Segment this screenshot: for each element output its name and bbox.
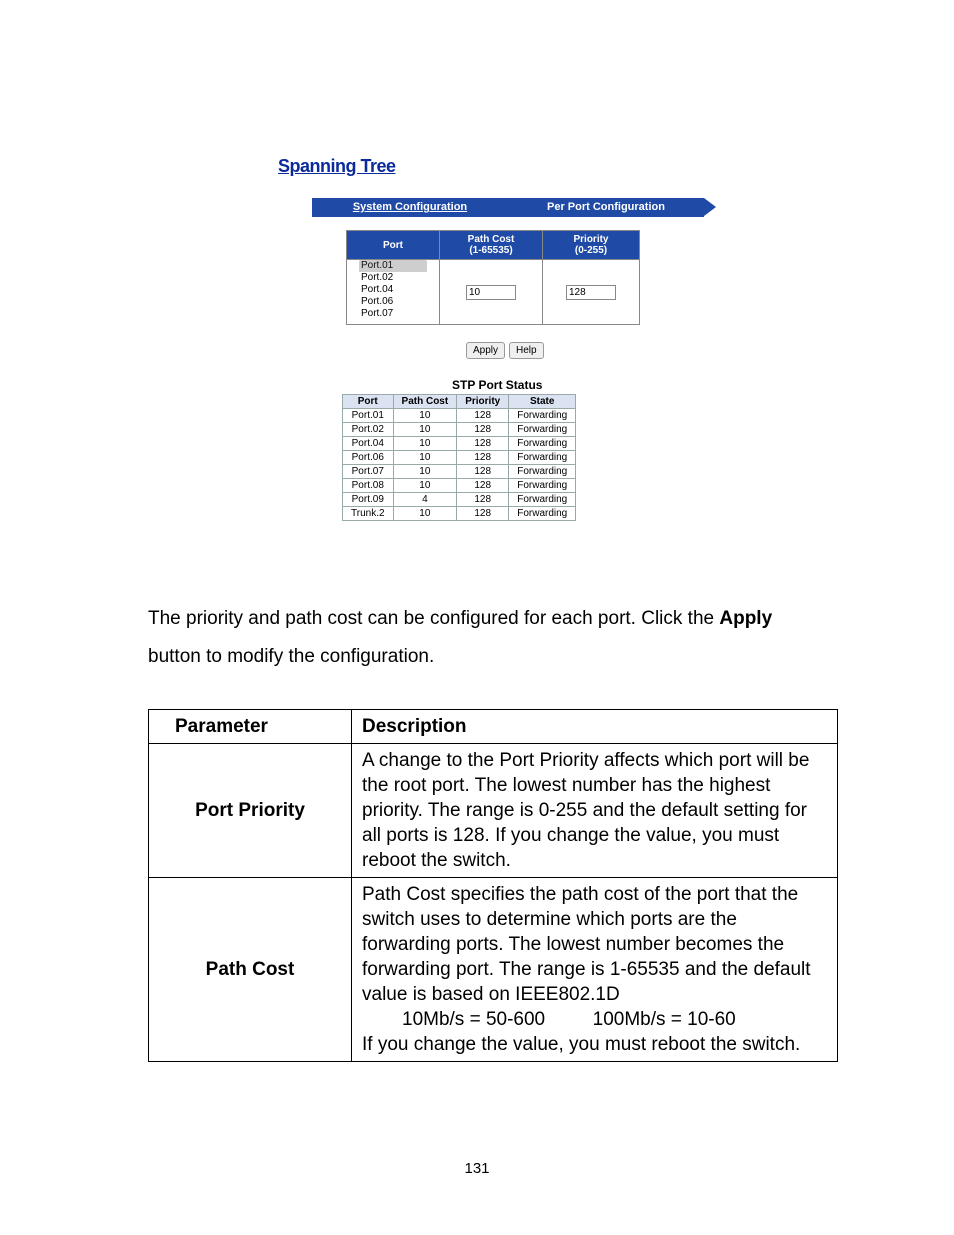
status-cell: 128 xyxy=(457,437,509,451)
status-cell: 4 xyxy=(393,493,457,507)
status-cell: Forwarding xyxy=(509,507,576,521)
tab-flag-icon xyxy=(704,198,716,216)
col-port: Port xyxy=(347,231,440,260)
status-cell: Port.07 xyxy=(343,465,394,479)
port-option[interactable]: Port.06 xyxy=(359,296,427,308)
col-path-cost: Path Cost (1-65535) xyxy=(440,231,543,260)
desc-path-cost-speeds: 10Mb/s = 50-600 100Mb/s = 10-60 xyxy=(362,1007,736,1032)
tab-per-port-configuration[interactable]: Per Port Configuration xyxy=(508,198,704,217)
status-cell: Forwarding xyxy=(509,451,576,465)
status-cell: 128 xyxy=(457,479,509,493)
stp-status-title: STP Port Status xyxy=(452,378,542,392)
status-cell: 10 xyxy=(393,479,457,493)
status-cell: Forwarding xyxy=(509,465,576,479)
body-part2: button to modify the configuration. xyxy=(148,646,434,667)
port-option[interactable]: Port.07 xyxy=(359,308,427,320)
status-cell: Port.09 xyxy=(343,493,394,507)
status-row: Port.0110128Forwarding xyxy=(343,409,576,423)
body-paragraph: The priority and path cost can be config… xyxy=(148,600,824,676)
status-cell: Forwarding xyxy=(509,493,576,507)
status-row: Port.0410128Forwarding xyxy=(343,437,576,451)
status-col-port: Port xyxy=(343,395,394,409)
button-row: Apply Help xyxy=(466,342,544,359)
status-row: Port.0710128Forwarding xyxy=(343,465,576,479)
priority-input[interactable] xyxy=(566,285,616,300)
status-row: Trunk.210128Forwarding xyxy=(343,507,576,521)
status-cell: 10 xyxy=(393,437,457,451)
body-part1: The priority and path cost can be config… xyxy=(148,608,719,629)
status-cell: Port.08 xyxy=(343,479,394,493)
status-cell: Port.01 xyxy=(343,409,394,423)
status-cell: Forwarding xyxy=(509,437,576,451)
port-option[interactable]: Port.04 xyxy=(359,284,427,296)
port-option[interactable]: Port.02 xyxy=(359,272,427,284)
port-option[interactable]: Port.01 xyxy=(359,260,427,272)
status-cell: 128 xyxy=(457,409,509,423)
status-col-state: State xyxy=(509,395,576,409)
port-listbox[interactable]: Port.01Port.02Port.04Port.06Port.07 xyxy=(359,260,427,324)
desc-path-cost-line1: Path Cost specifies the path cost of the… xyxy=(362,884,811,1005)
status-cell: 10 xyxy=(393,423,457,437)
desc-text-path-cost: Path Cost specifies the path cost of the… xyxy=(352,878,838,1062)
tab-strip: System Configuration Per Port Configurat… xyxy=(312,198,704,217)
status-cell: Forwarding xyxy=(509,423,576,437)
body-apply-bold: Apply xyxy=(719,608,772,629)
status-cell: Forwarding xyxy=(509,409,576,423)
status-cell: Port.02 xyxy=(343,423,394,437)
status-cell: 10 xyxy=(393,465,457,479)
desc-param-port-priority: Port Priority xyxy=(149,744,352,878)
tab-system-configuration[interactable]: System Configuration xyxy=(312,198,508,217)
port-config-table: Port Path Cost (1-65535) Priority (0-255… xyxy=(346,230,640,325)
status-cell: Port.06 xyxy=(343,451,394,465)
desc-path-cost-line3: If you change the value, you must reboot… xyxy=(362,1034,800,1055)
apply-button[interactable]: Apply xyxy=(466,342,505,359)
status-cell: 10 xyxy=(393,409,457,423)
status-cell: 128 xyxy=(457,507,509,521)
path-cost-input[interactable] xyxy=(466,285,516,300)
help-button[interactable]: Help xyxy=(509,342,544,359)
tab-per-port-label: Per Port Configuration xyxy=(547,201,665,213)
status-cell: 10 xyxy=(393,507,457,521)
desc-text-port-priority: A change to the Port Priority affects wh… xyxy=(352,744,838,878)
status-cell: Port.04 xyxy=(343,437,394,451)
status-cell: 128 xyxy=(457,423,509,437)
status-row: Port.0810128Forwarding xyxy=(343,479,576,493)
desc-param-path-cost: Path Cost xyxy=(149,878,352,1062)
desc-header-description: Description xyxy=(352,710,838,744)
screenshot-title: Spanning Tree xyxy=(278,156,396,177)
status-row: Port.094128Forwarding xyxy=(343,493,576,507)
desc-header-parameter: Parameter xyxy=(149,710,352,744)
status-cell: 128 xyxy=(457,465,509,479)
status-cell: Trunk.2 xyxy=(343,507,394,521)
status-cell: 128 xyxy=(457,451,509,465)
parameter-description-table: Parameter Description Port Priority A ch… xyxy=(148,709,838,1062)
status-row: Port.0210128Forwarding xyxy=(343,423,576,437)
status-cell: Forwarding xyxy=(509,479,576,493)
status-col-priority: Priority xyxy=(457,395,509,409)
stp-status-table: Port Path Cost Priority State Port.01101… xyxy=(342,394,576,521)
status-col-path-cost: Path Cost xyxy=(393,395,457,409)
status-cell: 10 xyxy=(393,451,457,465)
col-priority: Priority (0-255) xyxy=(543,231,640,260)
page-number: 131 xyxy=(0,1160,954,1177)
tab-system-link[interactable]: System Configuration xyxy=(353,201,467,213)
status-row: Port.0610128Forwarding xyxy=(343,451,576,465)
status-cell: 128 xyxy=(457,493,509,507)
config-screenshot: Spanning Tree System Configuration Per P… xyxy=(134,142,855,556)
